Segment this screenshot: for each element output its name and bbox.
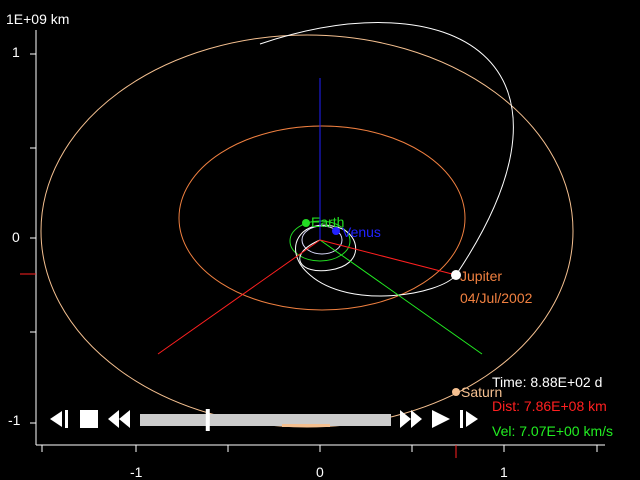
saturn-marker[interactable] — [452, 388, 460, 396]
y-tick-label: 0 — [12, 229, 20, 245]
y-tick-label: 1 — [12, 44, 20, 60]
velocity-readout: Vel: 7.07E+00 km/s — [492, 423, 614, 439]
play-icon[interactable] — [432, 410, 450, 428]
skip-to-start-icon[interactable] — [50, 410, 68, 428]
distance-readout: Dist: 7.86E+08 km — [492, 398, 607, 414]
skip-to-end-icon[interactable] — [460, 410, 478, 428]
timeline-knob[interactable] — [205, 409, 210, 431]
distance-line — [319, 239, 457, 276]
y-tick-label: -1 — [8, 412, 21, 428]
timeline-overlay — [282, 424, 330, 427]
fast-forward-icon[interactable] — [400, 410, 422, 428]
venus-label: Venus — [342, 224, 381, 240]
x-reference-axis — [157, 239, 321, 355]
timeline-track[interactable] — [140, 414, 391, 426]
x-tick-label: -1 — [130, 464, 143, 480]
axis-unit-label: 1E+09 km — [6, 11, 70, 27]
rewind-icon[interactable] — [108, 410, 130, 428]
stop-icon[interactable] — [80, 410, 98, 428]
y-axis-ticks — [30, 53, 36, 424]
earth-marker[interactable] — [302, 219, 310, 227]
jupiter-label: Jupiter — [460, 268, 503, 284]
time-readout: Time: 8.88E+02 d — [492, 374, 603, 390]
date-label: 04/Jul/2002 — [460, 290, 533, 306]
x-tick-label: 1 — [500, 464, 508, 480]
x-tick-label: 0 — [316, 464, 324, 480]
x-axis-ticks — [41, 445, 598, 452]
earth-label: Earth — [311, 214, 345, 230]
y-reference-axis — [319, 239, 483, 355]
